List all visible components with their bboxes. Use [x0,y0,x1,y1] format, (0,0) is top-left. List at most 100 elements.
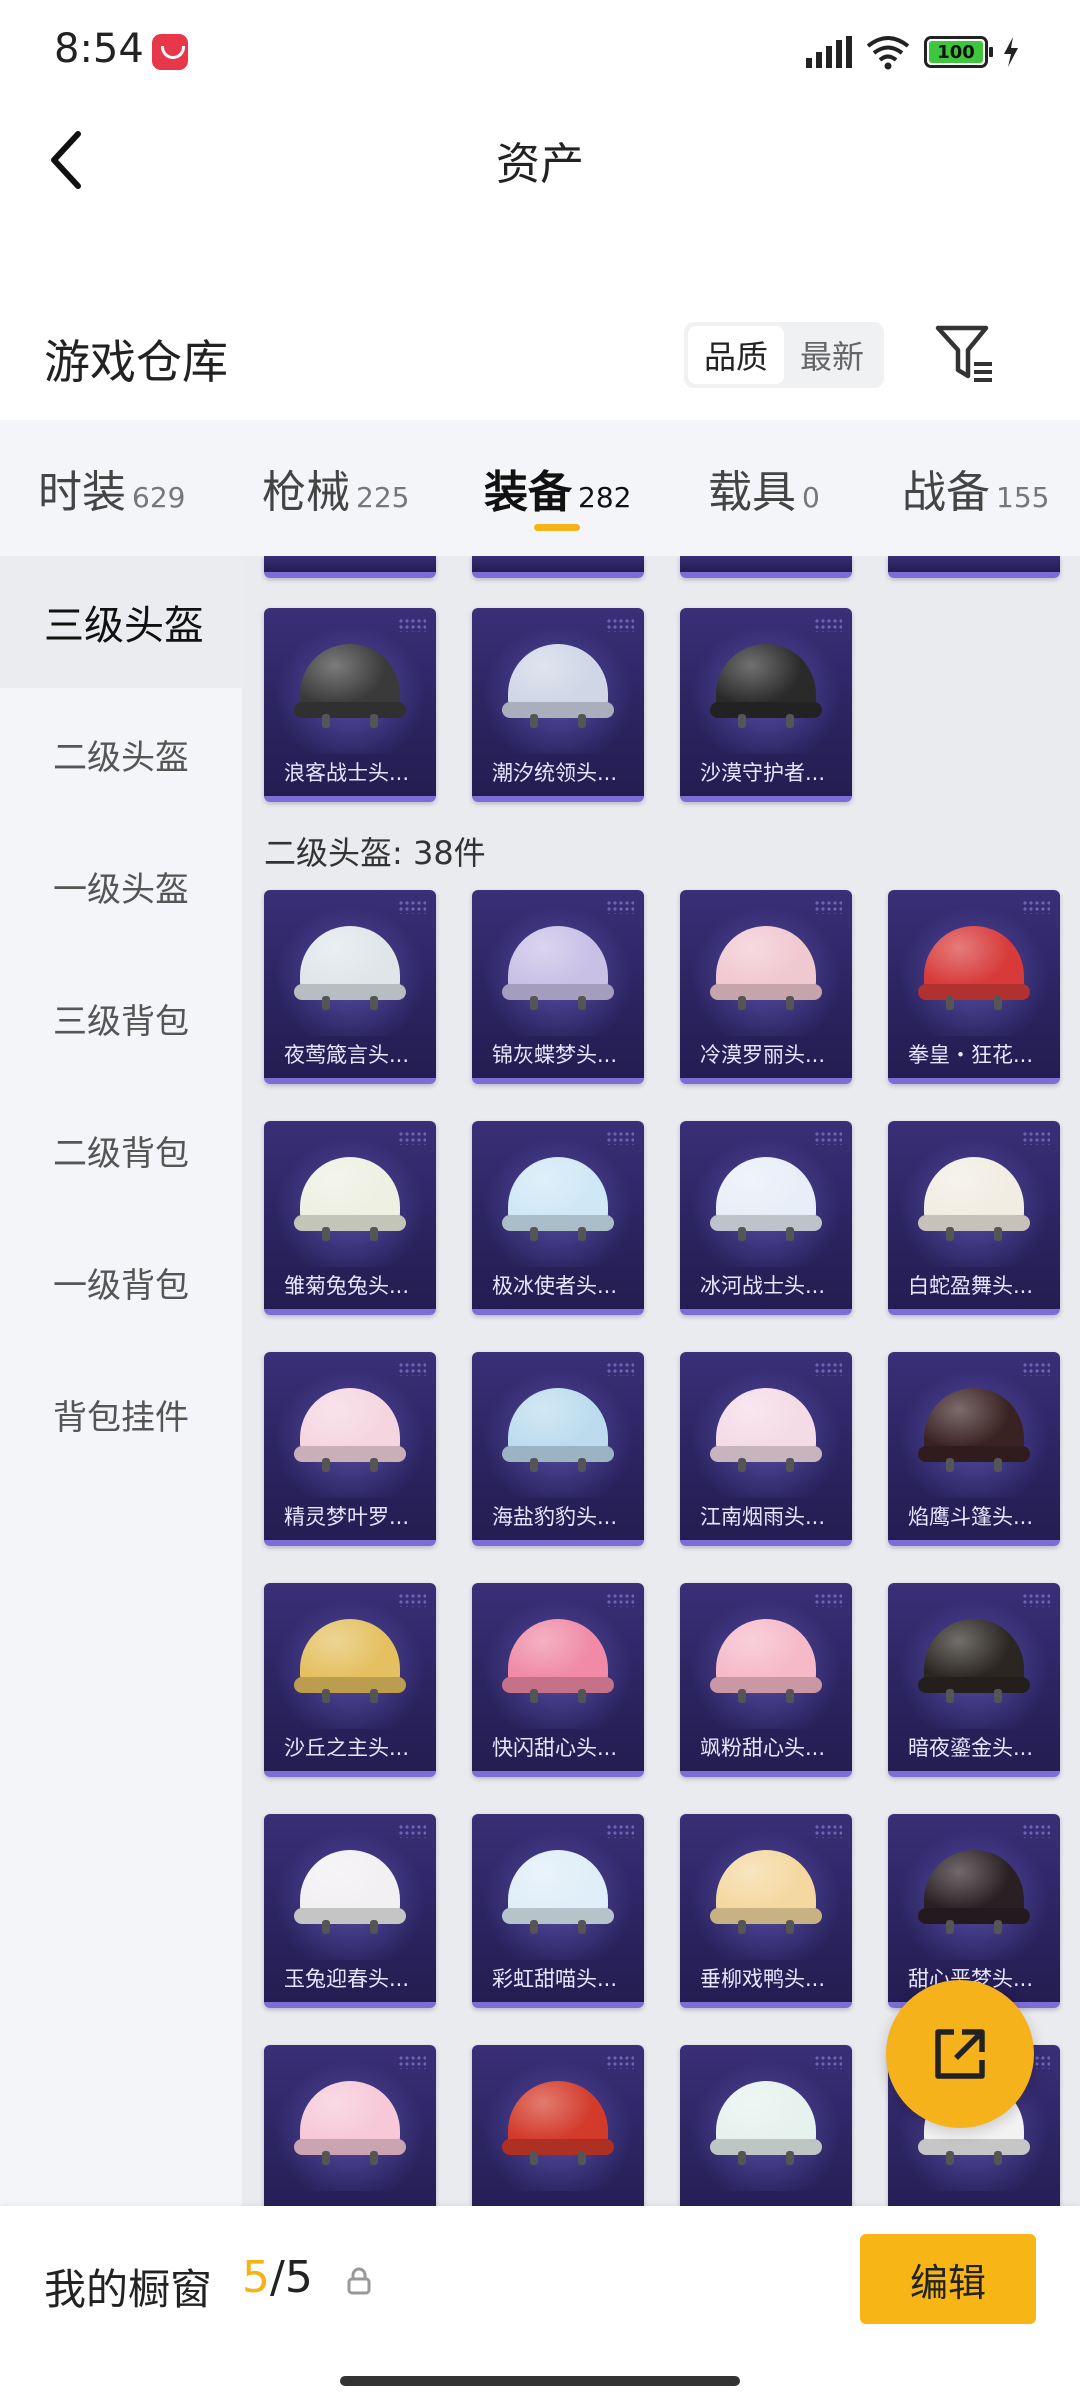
home-indicator[interactable] [340,2376,740,2386]
item-tile[interactable]: 拳皇・狂花... [888,890,1060,1084]
helmet-icon [294,1157,406,1241]
helmet-icon [710,1850,822,1934]
item-name: 暗夜鎏金头... [908,1736,1034,1760]
item-name: 沙丘之主头... [284,1736,410,1760]
sidebar-item-level2-helmet[interactable]: 二级头盔 [0,688,242,820]
item-tile[interactable]: 沙漠守护者... [680,608,852,802]
item-tile[interactable] [472,556,644,578]
item-name: 江南烟雨头... [700,1505,826,1529]
tile-pattern [606,900,634,914]
sort-by-newest[interactable]: 最新 [784,326,880,384]
tile-pattern [606,1593,634,1607]
item-tile[interactable]: 锦灰蝶梦头... [472,890,644,1084]
share-button[interactable] [886,1980,1034,2128]
cellular-signal-icon [806,36,852,68]
item-name: 沙漠守护者... [700,761,826,785]
item-tile[interactable]: 焰鹰斗篷头... [888,1352,1060,1546]
helmet-icon [294,644,406,728]
tile-pattern [398,1824,426,1838]
helmet-icon [294,1850,406,1934]
item-name: 夜莺箴言头... [284,1043,410,1067]
item-tile[interactable]: 甜心恶梦头... [888,1814,1060,2008]
tile-pattern [1022,900,1050,914]
sidebar-item-level1-helmet[interactable]: 一级头盔 [0,820,242,952]
tile-pattern [1022,1362,1050,1376]
tab-label: 载具 [708,467,796,518]
tab-equipment[interactable]: 装备 282 [484,456,631,520]
item-tile[interactable]: 冷漠罗丽头... [680,890,852,1084]
item-name: 雏菊兔兔头... [284,1274,410,1298]
sort-by-quality[interactable]: 品质 [688,326,784,384]
helmet-icon [294,1388,406,1472]
helmet-icon [294,1619,406,1703]
tile-pattern [606,2055,634,2069]
sidebar-item-level1-backpack[interactable]: 一级背包 [0,1216,242,1348]
tile-pattern [606,618,634,632]
helmet-icon [294,2081,406,2165]
item-tile[interactable]: 飒粉甜心头... [680,1583,852,1777]
sidebar: 三级头盔 二级头盔 一级头盔 三级背包 二级背包 一级背包 背包挂件 [0,556,242,2206]
tab-count: 0 [802,481,820,514]
item-name: 冷漠罗丽头... [700,1043,826,1067]
item-tile[interactable] [472,2045,644,2206]
tile-pattern [606,1824,634,1838]
sidebar-item-backpack-charm[interactable]: 背包挂件 [0,1348,242,1480]
tile-pattern [398,1362,426,1376]
item-name: 焰鹰斗篷头... [908,1505,1034,1529]
item-name: 飒粉甜心头... [700,1736,826,1760]
sidebar-item-level2-backpack[interactable]: 二级背包 [0,1084,242,1216]
edit-button[interactable]: 编辑 [860,2234,1036,2324]
item-tile[interactable]: 精灵梦叶罗... [264,1352,436,1546]
item-tile[interactable]: 极冰使者头... [472,1121,644,1315]
tile-pattern [814,1824,842,1838]
tile-pattern [606,1131,634,1145]
item-tile[interactable]: 暗夜鎏金头... [888,1583,1060,1777]
tab-fashion[interactable]: 时装 629 [38,456,185,520]
item-tile[interactable] [680,556,852,578]
warehouse-title: 游戏仓库 [44,335,228,389]
helmet-icon [710,2081,822,2165]
item-tile[interactable]: 浪客战士头... [264,608,436,802]
helmet-icon [502,1157,614,1241]
helmet-icon [502,644,614,728]
item-tile[interactable]: 海盐豹豹头... [472,1352,644,1546]
sidebar-item-level3-helmet[interactable]: 三级头盔 [0,556,242,688]
item-tile[interactable] [264,556,436,578]
battery-icon: 100 [924,36,993,68]
sidebar-item-level3-backpack[interactable]: 三级背包 [0,952,242,1084]
tile-pattern [814,1593,842,1607]
tab-vehicles[interactable]: 载具 0 [708,456,820,520]
item-tile[interactable]: 快闪甜心头... [472,1583,644,1777]
tab-supplies[interactable]: 战备 155 [902,456,1049,520]
status-icons: 100 [806,30,1020,74]
filter-button[interactable] [930,318,1000,388]
item-name: 白蛇盈舞头... [908,1274,1034,1298]
item-tile[interactable]: 白蛇盈舞头... [888,1121,1060,1315]
status-bar: 8:54 100 [0,0,1080,100]
filter-icon [935,325,992,382]
item-tile[interactable]: 彩虹甜喵头... [472,1814,644,2008]
helmet-icon [918,926,1030,1010]
tile-pattern [606,1362,634,1376]
item-name: 浪客战士头... [284,761,410,785]
helmet-icon [918,1850,1030,1934]
item-tile[interactable]: 玉兔迎春头... [264,1814,436,2008]
item-tile[interactable]: 冰河战士头... [680,1121,852,1315]
item-tile[interactable]: 潮汐统领头... [472,608,644,802]
tile-pattern [398,1593,426,1607]
tile-pattern [398,618,426,632]
helmet-icon [502,1850,614,1934]
item-tile[interactable] [888,556,1060,578]
section-label: 二级头盔: 38件 [264,834,486,872]
tab-label: 装备 [484,467,572,518]
item-tile[interactable]: 夜莺箴言头... [264,890,436,1084]
item-tile[interactable] [680,2045,852,2206]
item-tile[interactable]: 沙丘之主头... [264,1583,436,1777]
item-tile[interactable]: 江南烟雨头... [680,1352,852,1546]
item-tile[interactable] [264,2045,436,2206]
tile-pattern [398,1131,426,1145]
tile-pattern [1022,1824,1050,1838]
item-tile[interactable]: 垂柳戏鸭头... [680,1814,852,2008]
tab-firearms[interactable]: 枪械 225 [262,456,409,520]
item-tile[interactable]: 雏菊兔兔头... [264,1121,436,1315]
